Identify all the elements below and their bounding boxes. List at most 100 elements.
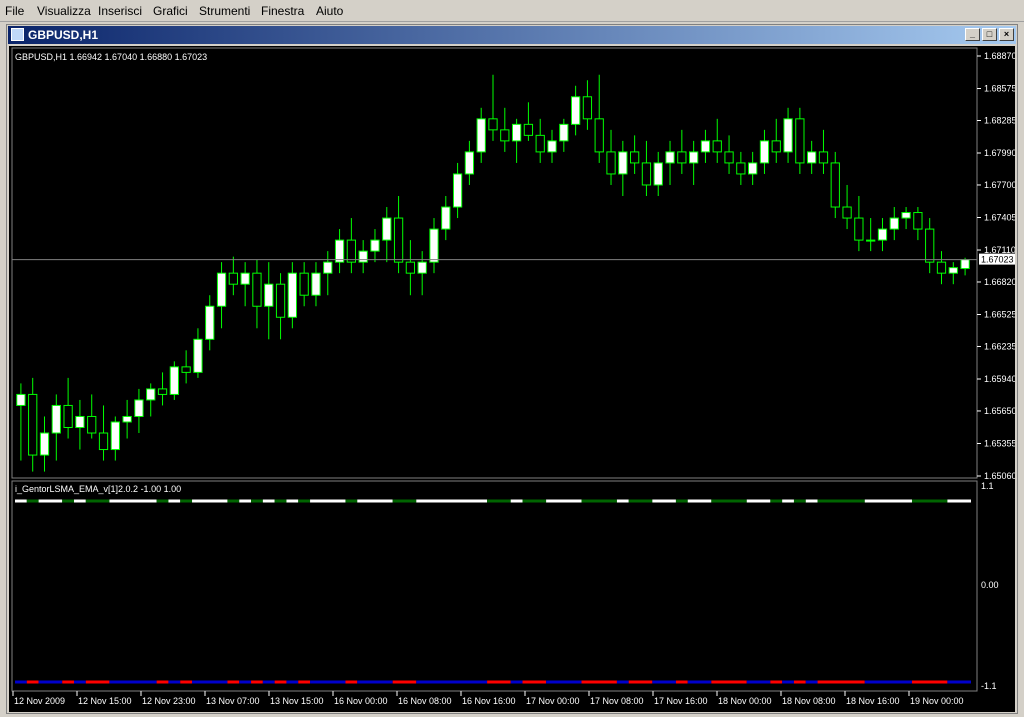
candle-body	[205, 305, 215, 340]
candle-body	[830, 162, 840, 208]
candle-body	[405, 261, 416, 274]
candle-body	[854, 217, 864, 241]
price-tick-label: 1.67990	[984, 148, 1015, 158]
candle-body	[759, 140, 770, 164]
candle-body	[665, 151, 675, 164]
candle-body	[75, 415, 85, 428]
candle-body	[960, 259, 970, 270]
candle-body	[169, 366, 179, 395]
candle-body	[216, 272, 227, 307]
candle-body	[323, 261, 333, 274]
indicator-frame	[11, 480, 978, 692]
chart-area[interactable]: 1.68870 1.68575 1.68285 1.67990 1.67700 1.674…	[9, 46, 1017, 712]
chart-svg[interactable]: 1.68870 1.68575 1.68285 1.67990 1.67700 1.674…	[9, 46, 1017, 712]
candle-body	[877, 228, 888, 241]
price-tick-label: 1.65355	[984, 438, 1015, 448]
candle-body	[842, 206, 852, 219]
price-tick-label: 1.67110	[984, 245, 1015, 255]
candle-body	[228, 272, 238, 285]
menu-strumenti[interactable]: Strumenti	[199, 4, 250, 18]
time-tick-label: 12 Nov 23:00	[142, 696, 196, 706]
candle-body	[511, 123, 522, 142]
candle-body	[901, 212, 911, 219]
time-tick-label: 12 Nov 15:00	[78, 696, 132, 706]
window-titlebar[interactable]: GBPUSD,H1 _ □ ×	[8, 26, 1016, 44]
time-tick-label: 17 Nov 00:00	[526, 696, 580, 706]
menu-bar: File Visualizza Inserisci Grafici Strume…	[0, 0, 1024, 22]
window-title: GBPUSD,H1	[28, 28, 99, 42]
candle-body	[736, 162, 746, 175]
price-tick-label: 1.66235	[984, 341, 1015, 351]
time-tick-label: 13 Nov 15:00	[270, 696, 324, 706]
candle-body	[370, 239, 380, 252]
main-plot-frame	[11, 47, 978, 479]
candle-body	[110, 421, 120, 451]
candle-body	[783, 118, 793, 153]
price-tick-label: 1.67700	[984, 180, 1015, 190]
candle-body	[807, 151, 817, 164]
minimize-button[interactable]: _	[965, 28, 980, 41]
menu-aiuto[interactable]: Aiuto	[316, 4, 343, 18]
candle-body	[311, 272, 321, 296]
price-axis: 1.68870 1.68575 1.68285 1.67990 1.67700 1.674…	[977, 51, 1017, 481]
candle-body	[417, 261, 427, 274]
candle-body	[452, 173, 463, 208]
time-tick-label: 17 Nov 08:00	[590, 696, 644, 706]
candle-body	[98, 432, 109, 451]
price-tick-label: 1.68285	[984, 115, 1015, 125]
maximize-button[interactable]: □	[982, 28, 997, 41]
menu-file[interactable]: File	[5, 4, 24, 18]
candle-body	[677, 151, 687, 164]
menu-inserisci[interactable]: Inserisci	[98, 4, 142, 18]
candle-body	[134, 399, 144, 417]
indicator-tick-mid: 0.00	[981, 580, 999, 590]
candle-body	[629, 151, 640, 164]
candle-body	[358, 250, 368, 263]
candle-body	[39, 432, 50, 456]
candle-body	[748, 162, 758, 175]
price-tick-label: 1.65060	[984, 471, 1015, 481]
chart-window-icon	[11, 28, 24, 41]
candle-body	[51, 404, 61, 434]
menu-finestra[interactable]: Finestra	[261, 4, 304, 18]
candle-body	[547, 140, 557, 153]
chart-window: GBPUSD,H1 _ □ × 1.68870 1.68575 1.68285 1.6…	[6, 24, 1018, 714]
candle-body	[594, 118, 604, 153]
candle-body	[689, 151, 699, 164]
price-tick-label: 1.65940	[984, 374, 1015, 384]
indicator-bars	[15, 499, 971, 684]
candle-body	[500, 129, 510, 142]
close-button[interactable]: ×	[999, 28, 1014, 41]
candle-body	[346, 239, 357, 263]
indicator-tick-bottom: -1.1	[981, 681, 997, 691]
price-tick-label: 1.66820	[984, 277, 1015, 287]
candle-body	[464, 151, 475, 175]
time-tick-label: 13 Nov 07:00	[206, 696, 260, 706]
time-tick-label: 16 Nov 16:00	[462, 696, 516, 706]
indicator-label: i_GentorLSMA_EMA_v[1]2.0.2 -1.00 1.00	[15, 484, 181, 494]
candle-body	[146, 388, 156, 401]
symbol-info-label: GBPUSD,H1 1.66942 1.67040 1.66880 1.6702…	[15, 52, 207, 62]
menu-visualizza[interactable]: Visualizza	[37, 4, 91, 18]
candle-body	[641, 162, 652, 186]
candle-body	[299, 272, 309, 296]
candle-body	[441, 206, 451, 230]
candle-body	[795, 118, 805, 164]
candle-body	[63, 404, 73, 428]
candle-body	[724, 151, 734, 164]
candle-body	[948, 267, 958, 274]
candle-body	[818, 151, 829, 164]
time-tick-label: 16 Nov 00:00	[334, 696, 388, 706]
candle-body	[287, 272, 297, 318]
candle-body	[334, 239, 345, 263]
menu-grafici[interactable]: Grafici	[153, 4, 188, 18]
candles	[16, 74, 970, 472]
time-tick-label: 12 Nov 2009	[14, 696, 65, 706]
candle-body	[889, 217, 899, 230]
candle-body	[193, 338, 203, 373]
time-tick-label: 18 Nov 00:00	[718, 696, 772, 706]
candle-body	[122, 415, 132, 423]
price-tick-label: 1.68575	[984, 84, 1015, 94]
candle-body	[181, 366, 191, 373]
candle-body	[523, 123, 534, 136]
